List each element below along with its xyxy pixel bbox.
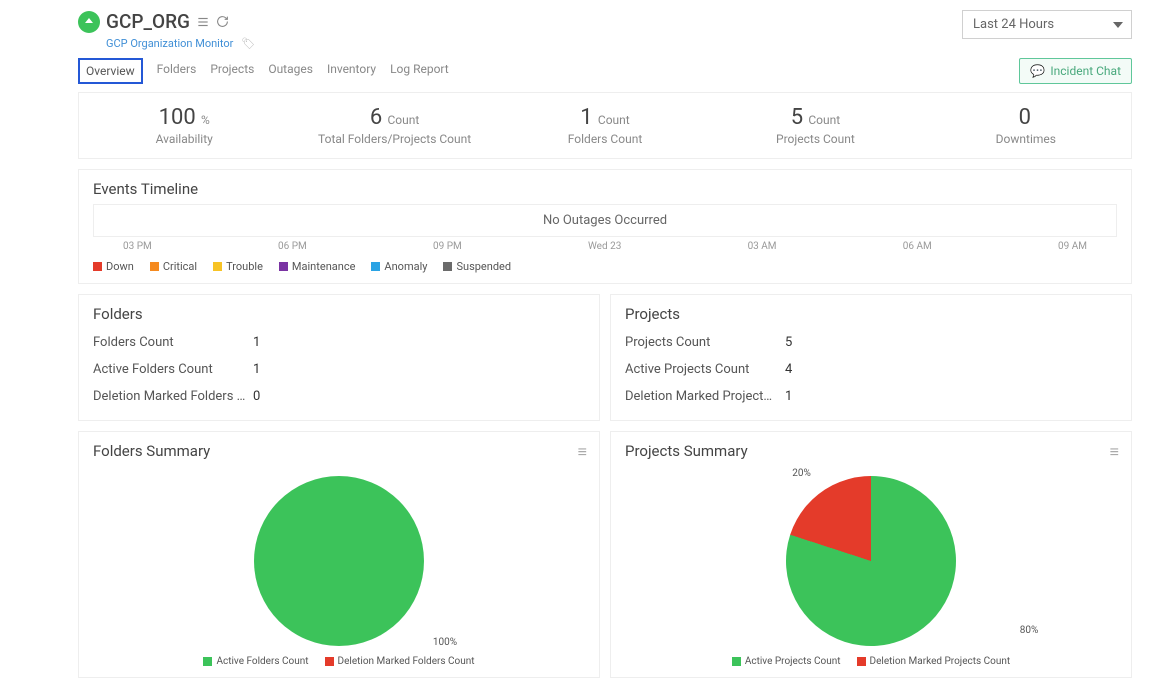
page-title: GCP_ORG bbox=[106, 10, 190, 33]
tab-inventory[interactable]: Inventory bbox=[327, 58, 376, 84]
panel-title: Projects Summary bbox=[625, 442, 1117, 460]
stats-row: 100 %Availability6 CountTotal Folders/Pr… bbox=[78, 92, 1132, 159]
status-up-icon bbox=[78, 11, 100, 33]
pie-slice-label: 100% bbox=[433, 637, 457, 648]
projects-panel: Projects Projects Count5Active Projects … bbox=[610, 294, 1132, 421]
table-row: Deletion Marked Folders …0 bbox=[93, 383, 585, 410]
legend-item: Deletion Marked Projects Count bbox=[857, 656, 1011, 667]
chart-menu-icon[interactable]: ≡ bbox=[578, 442, 587, 462]
legend-item: Maintenance bbox=[279, 260, 356, 273]
legend-item: Suspended bbox=[443, 260, 511, 273]
stat-card: 100 %Availability bbox=[79, 93, 289, 158]
folders-summary-panel: Folders Summary ≡ 100% Active Folders Co… bbox=[78, 431, 600, 678]
time-range-select[interactable]: Last 24 Hours bbox=[962, 10, 1132, 39]
panel-title: Folders Summary bbox=[93, 442, 585, 460]
breadcrumb-link[interactable]: GCP Organization Monitor bbox=[106, 37, 233, 50]
timeline-message: No Outages Occurred bbox=[93, 204, 1117, 237]
menu-icon[interactable] bbox=[196, 15, 210, 29]
stat-card: 5 CountProjects Count bbox=[710, 93, 920, 158]
panel-title: Events Timeline bbox=[93, 180, 1117, 198]
incident-chat-button[interactable]: 💬 Incident Chat bbox=[1019, 58, 1132, 84]
legend-item: Down bbox=[93, 260, 134, 273]
incident-chat-label: Incident Chat bbox=[1050, 64, 1121, 78]
timeline-legend: Down Critical Trouble Maintenance Anomaly Sus… bbox=[93, 260, 1117, 273]
table-row: Active Projects Count4 bbox=[625, 356, 1117, 383]
legend-item: Active Projects Count bbox=[732, 656, 841, 667]
timeline-axis: 03 PM06 PM09 PMWed 2303 AM06 AM09 AM bbox=[93, 241, 1117, 252]
legend-item: Anomaly bbox=[371, 260, 427, 273]
stat-card: 0 Downtimes bbox=[921, 93, 1131, 158]
tab-folders[interactable]: Folders bbox=[157, 58, 197, 84]
panel-title: Projects bbox=[625, 305, 1117, 323]
tab-bar: Overview Folders Projects Outages Inventory L… bbox=[78, 58, 449, 84]
table-row: Deletion Marked Project…1 bbox=[625, 383, 1117, 410]
projects-summary-panel: Projects Summary ≡ 20% 80% Active Projec… bbox=[610, 431, 1132, 678]
folders-panel: Folders Folders Count1Active Folders Cou… bbox=[78, 294, 600, 421]
legend-item: Active Folders Count bbox=[203, 656, 308, 667]
tag-icon[interactable]: 🏷 bbox=[241, 37, 255, 50]
pie-slice-label: 20% bbox=[792, 468, 811, 479]
legend-item: Trouble bbox=[213, 260, 263, 273]
table-row: Projects Count5 bbox=[625, 329, 1117, 356]
stat-card: 6 CountTotal Folders/Projects Count bbox=[289, 93, 499, 158]
projects-pie-chart bbox=[764, 454, 978, 668]
panel-title: Folders bbox=[93, 305, 585, 323]
legend-item: Deletion Marked Folders Count bbox=[325, 656, 475, 667]
table-row: Active Folders Count1 bbox=[93, 356, 585, 383]
chat-icon: 💬 bbox=[1030, 64, 1045, 78]
chart-menu-icon[interactable]: ≡ bbox=[1110, 442, 1119, 462]
tab-projects[interactable]: Projects bbox=[210, 58, 254, 84]
events-timeline-panel: Events Timeline No Outages Occurred 03 P… bbox=[78, 169, 1132, 284]
tab-log-report[interactable]: Log Report bbox=[390, 58, 449, 84]
table-row: Folders Count1 bbox=[93, 329, 585, 356]
tab-outages[interactable]: Outages bbox=[268, 58, 313, 84]
pie-slice-label: 80% bbox=[1020, 625, 1039, 636]
legend-item: Critical bbox=[150, 260, 197, 273]
refresh-icon[interactable] bbox=[216, 15, 229, 28]
tab-overview[interactable]: Overview bbox=[78, 58, 143, 84]
folders-pie-chart bbox=[254, 476, 424, 646]
stat-card: 1 CountFolders Count bbox=[500, 93, 710, 158]
